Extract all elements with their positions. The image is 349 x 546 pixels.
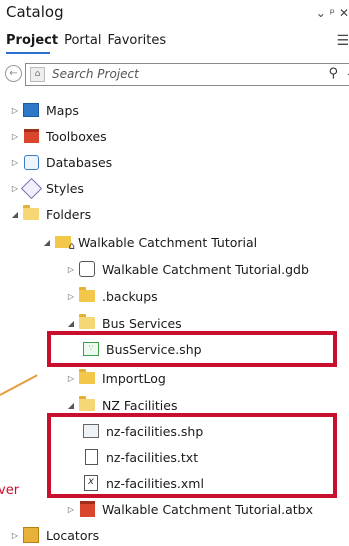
tree-item-label: Walkable Catchment Tutorial (78, 234, 258, 250)
tree-item-folders[interactable]: ◢ Folders (8, 203, 91, 225)
expand-caret-icon[interactable]: ▷ (8, 158, 22, 167)
search-input[interactable] (50, 66, 294, 82)
expand-caret-icon[interactable]: ▷ (8, 106, 22, 115)
expand-caret-icon[interactable]: ▷ (8, 531, 22, 540)
tree-item-label: Locators (46, 527, 100, 543)
tree-item-toolboxes[interactable]: ▷ Toolboxes (8, 125, 107, 147)
tree-item-importlog[interactable]: ▷ ImportLog (64, 367, 166, 389)
tree-item-styles[interactable]: ▷ Styles (8, 177, 84, 199)
tree-item-label: Walkable Catchment Tutorial.gdb (102, 261, 309, 277)
tree-item-walkable-catchment-tutorial[interactable]: ◢ Walkable Catchment Tutorial (40, 231, 257, 253)
window-controls[interactable]: ⌄ᵖ✕ (316, 6, 349, 20)
maps-icon (22, 102, 40, 118)
geodatabase-icon (78, 261, 96, 277)
pin-icon[interactable]: ᵖ (330, 6, 339, 20)
folder-icon (78, 396, 96, 413)
collapse-caret-icon[interactable]: ◢ (8, 210, 22, 219)
catalog-title: Catalog (6, 3, 64, 21)
tree-item-gdb[interactable]: ▷ Walkable Catchment Tutorial.gdb (64, 258, 309, 280)
locator-icon (22, 527, 40, 543)
expand-caret-icon[interactable]: ▷ (64, 505, 78, 514)
back-arrow-icon[interactable]: ← (5, 65, 22, 82)
highlight-box-busservice (47, 331, 337, 367)
active-tab-indicator (6, 52, 50, 54)
tab-portal[interactable]: Portal (64, 33, 101, 48)
tree-item-label: Toolboxes (46, 128, 107, 144)
chevron-down-icon[interactable]: ⌄ (346, 68, 349, 79)
folder-icon (78, 314, 96, 331)
expand-caret-icon[interactable]: ▷ (8, 132, 22, 141)
tree-item-maps[interactable]: ▷ Maps (8, 99, 79, 121)
tab-favorites[interactable]: Favorites (107, 33, 166, 48)
tree-item-label: .backups (102, 288, 158, 304)
home-folder-icon (54, 234, 75, 252)
tree-item-label: Styles (46, 180, 84, 196)
tree-item-label: ImportLog (102, 370, 166, 386)
highlight-box-nz-facilities (47, 413, 337, 498)
annotation-text: ver (0, 483, 20, 498)
tree-item-label: Walkable Catchment Tutorial.atbx (102, 501, 314, 517)
expand-caret-icon[interactable]: ▷ (64, 292, 78, 301)
dropdown-icon[interactable]: ⌄ (316, 6, 330, 20)
tree-item-locators[interactable]: ▷ Locators (8, 524, 99, 546)
folder-icon (22, 205, 40, 222)
menu-icon[interactable]: ☰ (336, 33, 349, 49)
tree-item-label: Bus Services (102, 315, 182, 331)
styles-icon (20, 177, 42, 199)
collapse-caret-icon[interactable]: ◢ (40, 238, 54, 247)
tree-item-label: NZ Facilities (102, 397, 178, 413)
collapse-caret-icon[interactable]: ◢ (64, 401, 78, 410)
folder-icon (78, 287, 96, 304)
tree-item-atbx[interactable]: ▷ Walkable Catchment Tutorial.atbx (64, 498, 313, 520)
database-icon (22, 154, 40, 170)
tree-item-databases[interactable]: ▷ Databases (8, 151, 112, 173)
collapse-caret-icon[interactable]: ◢ (64, 319, 78, 328)
expand-caret-icon[interactable]: ▷ (64, 374, 78, 383)
tree-item-label: Maps (46, 102, 79, 118)
folder-icon (78, 369, 96, 386)
annotation-line (0, 374, 38, 396)
close-icon[interactable]: ✕ (339, 6, 349, 20)
home-icon[interactable]: ⌂ (30, 67, 45, 82)
toolbox-icon (22, 128, 40, 144)
catalog-tabs: Project Portal Favorites (6, 33, 166, 48)
toolbox-icon (78, 501, 96, 517)
expand-caret-icon[interactable]: ▷ (64, 265, 78, 274)
search-box: ⌂ ⚲ ⌄ (25, 63, 349, 86)
tree-item-label: Folders (46, 206, 92, 222)
tab-project[interactable]: Project (6, 33, 58, 48)
tree-item-label: Databases (46, 154, 113, 170)
tree-item-backups[interactable]: ▷ .backups (64, 285, 158, 307)
search-icon[interactable]: ⚲ (328, 66, 338, 81)
